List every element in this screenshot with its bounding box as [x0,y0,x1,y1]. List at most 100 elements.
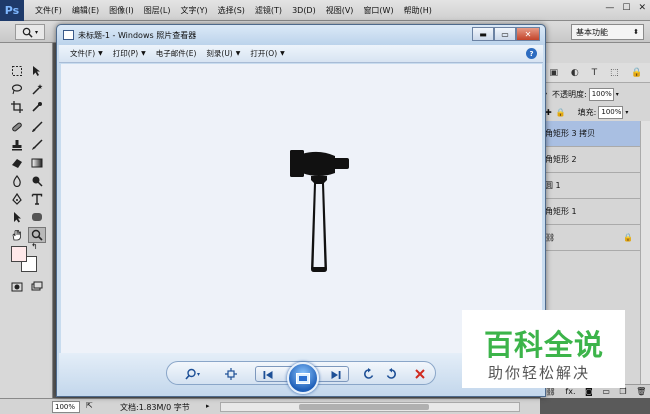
baike-watermark: 百科全说 助你轻松解决 [462,310,625,388]
horizontal-scrollbar[interactable] [220,402,520,412]
ps-menu-view[interactable]: 视图(V) [321,5,359,16]
swap-colors-icon[interactable]: ↰ [31,242,38,251]
brush-tool[interactable] [28,119,46,135]
circle-half-icon[interactable]: ◐ [571,68,579,78]
close-button[interactable]: ✕ [638,3,646,13]
ps-menu-3d[interactable]: 3D(D) [287,6,321,15]
new-layer-icon[interactable]: ❐ [619,387,626,396]
chevron-down-icon[interactable]: ▾ [625,109,628,116]
background-layer-row[interactable]: ⛓ 🔒 [541,225,641,251]
ps-menu-filter[interactable]: 滤镜(T) [250,5,287,16]
previous-button[interactable] [262,369,274,381]
panel-scrollbar[interactable] [640,121,650,393]
layer-row[interactable]: 角矩形 2 [541,147,641,173]
ps-menu-select[interactable]: 选择(S) [213,5,250,16]
layer-row[interactable]: 角矩形 1 [541,199,641,225]
viewer-window-buttons: ▬ ▭ ✕ [472,27,540,41]
ps-menu-window[interactable]: 窗口(W) [358,5,398,16]
stamp-tool[interactable] [8,137,26,153]
dodge-tool[interactable] [28,173,46,189]
layer-row[interactable]: 角矩形 3 拷贝 [541,121,641,147]
viewer-menu-email[interactable]: 电子邮件(E) [151,48,202,59]
lock-all-icon[interactable]: 🔒 [556,108,566,117]
quick-select-tool[interactable] [28,81,46,97]
ps-menu-layer[interactable]: 图层(L) [139,5,176,16]
ps-menu-edit[interactable]: 编辑(E) [67,5,104,16]
zoom-icon [185,368,196,380]
status-menu-arrow-icon[interactable]: ▸ [206,402,210,410]
viewer-menubar: 文件(F) ▼ 打印(P) ▼ 电子邮件(E) 刻录(U) ▼ 打开(O) ▼ ? [59,45,543,63]
zoom-value: 100% [55,403,76,411]
actual-size-button[interactable] [225,368,237,380]
history-brush-tool[interactable] [28,137,46,153]
minimize-button[interactable]: — [605,3,614,13]
viewer-menu-print[interactable]: 打印(P) ▼ [108,48,151,59]
zoom-level-input[interactable]: 100% [52,401,80,413]
text-icon[interactable]: T [592,68,598,78]
delete-button[interactable] [414,368,426,380]
gradient-tool[interactable] [28,155,46,171]
blur-tool[interactable] [8,173,26,189]
screen-mode-icon [31,281,43,291]
history-brush-icon [32,139,43,150]
zoom-button[interactable]: ▾ [185,368,200,380]
ps-menu-file[interactable]: 文件(F) [30,5,67,16]
slideshow-button[interactable] [287,362,319,394]
viewer-titlebar[interactable]: 未标题-1 - Windows 照片查看器 ▬ ▭ ✕ [57,25,545,45]
shape-tool[interactable] [28,209,46,225]
viewer-menu-file[interactable]: 文件(F) ▼ [65,48,108,59]
ps-menu-help[interactable]: 帮助(H) [399,5,437,16]
chevron-down-icon: ▼ [235,50,241,57]
image-icon[interactable]: ▣ [549,68,558,78]
viewer-menu-burn[interactable]: 刻录(U) ▼ [201,48,245,59]
help-icon[interactable]: ? [526,48,537,59]
quick-mask-button[interactable] [8,279,26,295]
fill-row: ✚ 🔒 填充: 100% ▾ [541,103,650,121]
crop-tool[interactable] [8,99,26,115]
move-tool[interactable] [28,63,46,79]
ps-menu-type[interactable]: 文字(Y) [175,5,212,16]
tool-preset-picker[interactable]: ▾ [15,24,45,40]
maximize-button[interactable]: ☐ [622,3,630,13]
viewer-close-button[interactable]: ✕ [516,27,540,41]
ps-menu-image[interactable]: 图像(I) [104,5,139,16]
viewer-maximize-button[interactable]: ▭ [494,27,516,41]
viewer-menu-open[interactable]: 打开(O) ▼ [245,48,289,59]
path-select-tool[interactable] [8,209,26,225]
eraser-tool[interactable] [8,155,26,171]
eyedropper-tool[interactable] [28,99,46,115]
export-icon[interactable]: ⇱ [86,401,93,410]
chevron-down-icon: ▾ [197,370,201,378]
shape-icon[interactable]: ⬚ [610,68,619,78]
rotate-clockwise-button[interactable] [385,368,397,380]
mask-icon[interactable]: ◙ [585,387,593,396]
healing-tool[interactable] [8,119,26,135]
type-tool[interactable] [28,191,46,207]
brush-icon [32,121,43,132]
link-layers-icon[interactable]: ⛓ [546,387,556,396]
pen-tool[interactable] [8,191,26,207]
watermark-title: 百科全说 [484,328,605,362]
marquee-tool[interactable] [8,63,26,79]
zoom-tool[interactable] [28,227,46,243]
viewer-minimize-button[interactable]: ▬ [472,27,494,41]
chevron-down-icon[interactable]: ▾ [616,91,619,98]
lasso-icon [11,84,23,95]
scroll-thumb[interactable] [299,404,429,410]
foreground-color-swatch[interactable] [11,246,27,262]
trash-icon[interactable]: 🗑 [636,387,646,396]
workspace-select[interactable]: 基本功能 ⬍ [571,24,644,40]
opacity-input[interactable]: 100% [588,87,614,101]
folder-icon[interactable]: ▭ [602,387,610,396]
layer-row[interactable]: 圆 1 [541,173,641,199]
hand-tool[interactable] [8,227,26,243]
fx-icon[interactable]: fx. [565,387,575,396]
next-button[interactable] [330,369,342,381]
fill-input[interactable]: 100% [598,105,624,119]
lasso-tool[interactable] [8,81,26,97]
screen-mode-button[interactable] [28,279,46,295]
lock-icon[interactable]: 🔒 [631,68,642,78]
rotate-counterclockwise-button[interactable] [363,368,375,380]
lock-pixels-icon[interactable]: ✚ [545,108,552,117]
photoshop-menubar: Ps 文件(F) 编辑(E) 图像(I) 图层(L) 文字(Y) 选择(S) 滤… [0,0,650,21]
